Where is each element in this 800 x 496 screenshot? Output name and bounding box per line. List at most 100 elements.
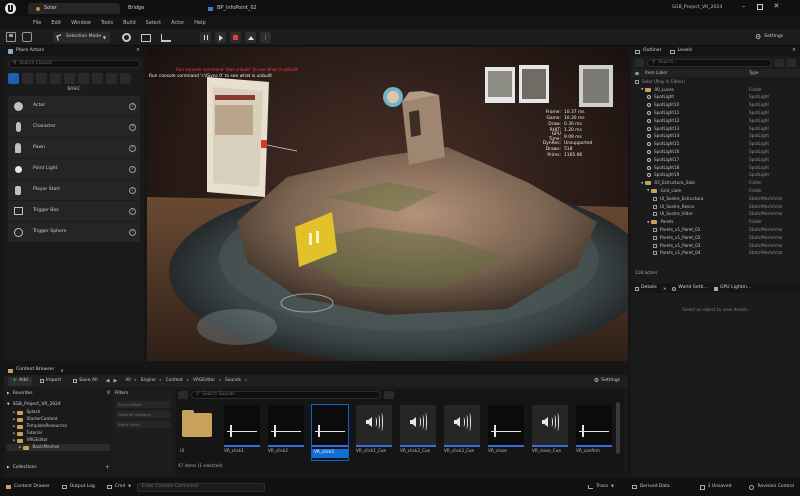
forward-icon[interactable]: ▶ xyxy=(113,378,117,384)
help-icon[interactable]: ? xyxy=(129,186,136,194)
outliner-row[interactable]: SpotLight12 SpotLight xyxy=(631,117,800,125)
outliner-row[interactable]: Parets_v1_Paret_04 StaticMeshActor xyxy=(631,250,800,258)
close-icon[interactable]: ✕ xyxy=(774,3,780,10)
place-actor-item[interactable]: Actor ? xyxy=(8,96,140,117)
outliner-row[interactable]: ▼ Parets Folder xyxy=(631,218,800,226)
shapes-category-icon[interactable] xyxy=(36,72,47,84)
cmd-dropdown[interactable]: Cmd ▼ xyxy=(106,484,131,490)
all-classes-category-icon[interactable] xyxy=(106,72,117,84)
derived-data-button[interactable]: Derived Data xyxy=(631,484,670,490)
tab-world-settings[interactable]: World Setti... xyxy=(672,286,708,291)
outliner-row[interactable]: UI_Sostre_Resca StaticMeshActor xyxy=(631,203,800,211)
place-character-item[interactable]: Character ? xyxy=(8,117,140,138)
menu-file[interactable]: File xyxy=(33,20,41,26)
tab-bp-infopoint[interactable]: BP_InfoPoint_02 xyxy=(200,3,310,14)
asset-search-input[interactable]: ⚲ Search Sounds xyxy=(191,391,381,399)
help-icon[interactable]: ? xyxy=(129,144,136,152)
settings-button[interactable]: ⚙ Settings xyxy=(751,32,793,43)
place-pawn-item[interactable]: Pawn ? xyxy=(8,138,140,159)
outliner-row[interactable]: UI_Sostre_Estructura StaticMeshActor xyxy=(631,195,800,203)
asset-tile[interactable]: VR_click3_Cue xyxy=(444,405,480,460)
project-root[interactable]: ▼ SGB_Project_VR_2024 xyxy=(7,401,110,409)
folder-tree-item[interactable]: ▶ VRGEditor xyxy=(7,437,110,444)
lights-category-icon[interactable] xyxy=(22,72,33,84)
filter-static-mesh[interactable]: Static Mesh xyxy=(116,421,170,428)
outliner-row[interactable]: SpotLight19 SpotLight xyxy=(631,172,800,180)
add-collection-icon[interactable]: + xyxy=(105,465,110,471)
folder-tree-item[interactable]: ▶ TemplateResources xyxy=(7,423,110,430)
chevron-right-icon[interactable]: ▶ xyxy=(13,431,15,435)
outliner-row[interactable]: SpotLight17 SpotLight xyxy=(631,156,800,164)
asset-tile[interactable]: VR_confirm xyxy=(576,405,612,460)
tab-outliner[interactable]: Outliner xyxy=(635,49,662,54)
asset-tile[interactable]: UI xyxy=(180,405,216,460)
chevron-down-icon[interactable]: ▼ xyxy=(641,87,643,91)
save-all-button[interactable]: Save All xyxy=(69,377,101,386)
asset-tile[interactable]: VR_click2_Cue xyxy=(400,405,436,460)
asset-tile[interactable]: VR_click1 xyxy=(224,405,260,460)
outliner-row[interactable]: Parets_v1_Paret_02 StaticMeshActor xyxy=(631,234,800,242)
filter-icon[interactable] xyxy=(178,391,188,399)
favorites-section[interactable]: ▶ Favorites ⚲ xyxy=(7,390,110,398)
chevron-right-icon[interactable]: ▶ xyxy=(19,445,21,449)
outliner-row[interactable]: SpotLight10 SpotLight xyxy=(631,101,800,109)
asset-tile[interactable]: VR_click2 xyxy=(268,405,304,460)
search-classes-input[interactable]: ⚲ Search Classes xyxy=(8,60,140,68)
outliner-row[interactable]: ▼ Grid_Llam Folder xyxy=(631,187,800,195)
outliner-row[interactable]: SpotLight14 SpotLight xyxy=(631,133,800,141)
column-type[interactable]: Type xyxy=(749,70,759,75)
outliner-row[interactable]: UI_Sostre_Vidre StaticMeshActor xyxy=(631,211,800,219)
revision-control-button[interactable]: Revision Control xyxy=(749,484,794,490)
visual-effects-category-icon[interactable] xyxy=(64,72,75,84)
chevron-right-icon[interactable]: ▶ xyxy=(13,424,15,428)
chevron-down-icon[interactable]: ▼ xyxy=(647,189,649,192)
outliner-row[interactable]: ▼ 00_Luces Folder xyxy=(631,86,800,94)
help-icon[interactable]: ? xyxy=(129,207,136,215)
console-command-input[interactable]: Enter Console Command xyxy=(136,482,265,492)
outliner-settings-icon[interactable] xyxy=(787,59,796,67)
unsaved-button[interactable]: 3 Unsaved xyxy=(699,484,731,490)
breadcrumb-item[interactable]: VRGEditor xyxy=(193,378,215,383)
filter-icon[interactable] xyxy=(775,59,784,67)
asset-tile[interactable]: VR_close xyxy=(488,405,524,460)
outliner-row[interactable]: SpotLight16 SpotLight xyxy=(631,148,800,156)
asset-tile[interactable]: VR_click1_Cue xyxy=(356,405,392,460)
folder-tree-item[interactable]: ▶ Splash xyxy=(7,409,110,416)
outliner-row[interactable]: SpotLight SpotLight xyxy=(631,94,800,102)
minimize-icon[interactable]: – xyxy=(742,3,746,10)
outliner-row[interactable]: SpotLight15 SpotLight xyxy=(631,140,800,148)
breadcrumb-item[interactable]: Content xyxy=(166,378,183,383)
close-icon[interactable]: ✕ xyxy=(60,368,63,373)
geometry-category-icon[interactable] xyxy=(78,72,89,84)
tab-details[interactable]: Details xyxy=(635,286,657,291)
content-settings-button[interactable]: ⚙ Settings xyxy=(590,377,624,386)
close-icon[interactable]: ✕ xyxy=(136,49,140,54)
help-icon[interactable]: ? xyxy=(129,123,136,131)
asset-tile[interactable]: VR_close_Cue xyxy=(532,405,568,460)
volumes-category-icon[interactable] xyxy=(92,72,103,84)
outliner-search-input[interactable]: ⚲ Search... xyxy=(647,59,772,67)
eject-icon[interactable] xyxy=(245,32,256,43)
filter-sound-wave[interactable]: Sound Wave xyxy=(116,401,170,408)
search-icon[interactable]: ⚲ xyxy=(107,391,110,396)
level-viewport[interactable]: Run console command 'stat unbuilt' to se… xyxy=(147,47,628,361)
cinematics-icon[interactable] xyxy=(161,33,171,42)
more-options-icon[interactable]: ⋮ xyxy=(260,32,271,43)
help-icon[interactable]: ? xyxy=(129,102,136,110)
breadcrumb-item[interactable]: Sounds xyxy=(225,378,241,383)
place-player-start-item[interactable]: Player Start ? xyxy=(8,180,140,201)
breadcrumb-item[interactable]: All xyxy=(125,378,130,383)
asset-scrollbar[interactable] xyxy=(616,402,620,454)
tab-solar[interactable]: Solar xyxy=(28,3,120,14)
menu-select[interactable]: Select xyxy=(146,20,161,26)
pause-icon[interactable] xyxy=(200,32,211,43)
tab-levels[interactable]: Levels xyxy=(669,49,692,54)
menu-edit[interactable]: Edit xyxy=(51,20,61,26)
outliner-row[interactable]: ▼ 03_Estructura_Sala Folder xyxy=(631,179,800,187)
cinematic-category-icon[interactable] xyxy=(50,72,61,84)
asset-tile[interactable]: VR_click3 xyxy=(311,404,349,461)
basic-category-icon[interactable] xyxy=(8,72,19,84)
chevron-down-icon[interactable]: ▼ xyxy=(641,181,643,185)
maximize-icon[interactable] xyxy=(756,3,763,10)
ue-logo-icon[interactable] xyxy=(5,3,16,14)
